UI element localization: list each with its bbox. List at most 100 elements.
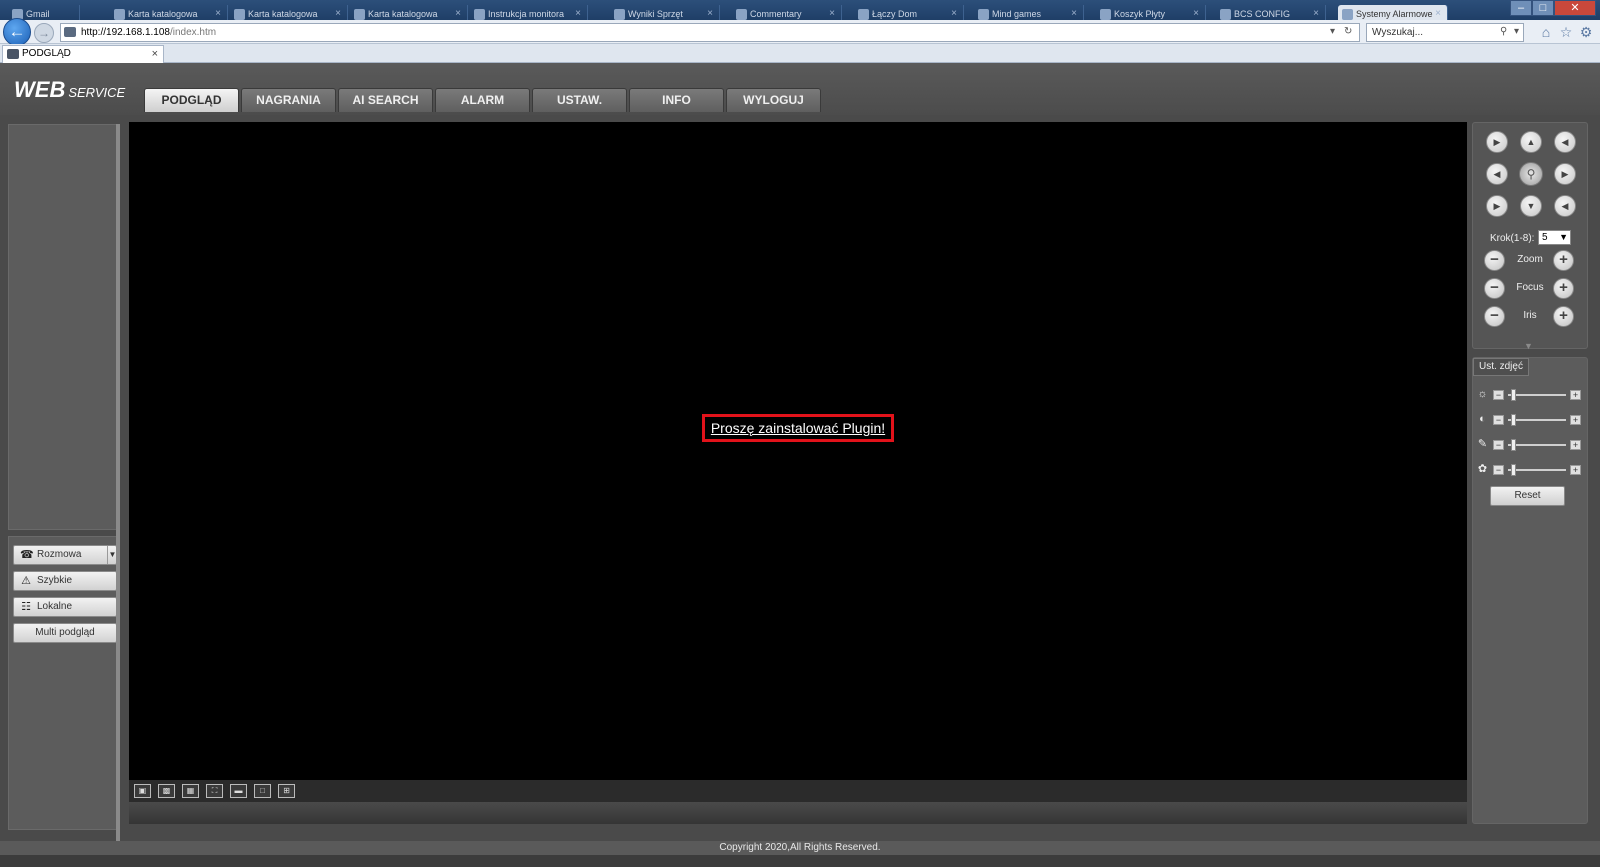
focus-label: Focus xyxy=(1516,282,1544,293)
saturation-minus-button[interactable]: − xyxy=(1493,440,1504,450)
focus-plus-button[interactable]: + xyxy=(1553,278,1574,299)
tab-favicon-icon xyxy=(474,9,485,20)
zoom-label: Zoom xyxy=(1517,254,1543,265)
panel-resize-handle[interactable] xyxy=(116,124,120,854)
ptz-down-icon[interactable]: ▼ xyxy=(1520,195,1542,217)
ptz-up-right-icon[interactable]: ◀ xyxy=(1554,131,1576,153)
close-icon[interactable]: × xyxy=(152,46,158,62)
saturation-row: ✎ − + xyxy=(1476,438,1586,452)
saturation-slider-track[interactable] xyxy=(1508,444,1566,446)
ptz-auto-icon[interactable]: ⚲ xyxy=(1519,162,1543,186)
close-icon[interactable]: × xyxy=(335,8,341,19)
tab-alarm[interactable]: ALARM xyxy=(435,88,530,112)
tab-favicon-icon xyxy=(1100,9,1111,20)
app-header: WEB SERVICE PODGLĄD NAGRANIA AI SEARCH AL… xyxy=(0,63,1600,115)
iris-minus-button[interactable]: − xyxy=(1484,306,1505,327)
minimize-button[interactable]: – xyxy=(1510,0,1532,16)
page-tab[interactable]: PODGLĄD × xyxy=(2,45,164,63)
page-tab-row: PODGLĄD × xyxy=(0,44,1600,63)
brightness-slider-track[interactable] xyxy=(1508,394,1566,396)
back-button[interactable]: ← xyxy=(3,18,31,46)
fullscreen-icon[interactable]: ⛶ xyxy=(206,784,223,798)
reset-button[interactable]: Reset xyxy=(1490,486,1565,506)
talk-button[interactable]: ☎ Rozmowa ▼ xyxy=(13,545,117,565)
gear-icon[interactable]: ⚙ xyxy=(1578,24,1594,40)
close-icon[interactable]: × xyxy=(1313,8,1319,19)
url-dropdown-icon[interactable]: ▾ xyxy=(1330,26,1335,37)
quick-button[interactable]: ⚠ Szybkie xyxy=(13,571,117,591)
collapse-arrow-icon[interactable]: ▼ xyxy=(1524,341,1533,351)
four-split-icon[interactable]: ⊞ xyxy=(278,784,295,798)
tab-favicon-icon xyxy=(1342,9,1353,20)
film-icon: ☷ xyxy=(21,601,31,613)
home-icon[interactable]: ⌂ xyxy=(1538,24,1554,40)
local-button[interactable]: ☷ Lokalne xyxy=(13,597,117,617)
search-icon[interactable]: ⚲ xyxy=(1500,26,1507,37)
tab-nagrania[interactable]: NAGRANIA xyxy=(241,88,336,112)
hue-slider-thumb[interactable] xyxy=(1510,464,1516,476)
ptz-right-icon[interactable]: ▶ xyxy=(1554,163,1576,185)
forward-button[interactable]: → xyxy=(34,23,54,43)
maximize-button[interactable]: □ xyxy=(1532,0,1554,16)
close-icon[interactable]: × xyxy=(1193,8,1199,19)
tab-ustaw[interactable]: USTAW. xyxy=(532,88,627,112)
saturation-plus-button[interactable]: + xyxy=(1570,440,1581,450)
contrast-plus-button[interactable]: + xyxy=(1570,415,1581,425)
video-status-bar xyxy=(129,802,1467,824)
video-viewport[interactable] xyxy=(129,122,1467,780)
focus-minus-button[interactable]: − xyxy=(1484,278,1505,299)
multi-view-button[interactable]: Multi podgląd xyxy=(13,623,117,643)
zoom-plus-button[interactable]: + xyxy=(1553,250,1574,271)
iris-label: Iris xyxy=(1523,310,1537,321)
close-icon[interactable]: × xyxy=(1071,8,1077,19)
close-icon[interactable]: × xyxy=(951,8,957,19)
tab-wyloguj[interactable]: WYLOGUJ xyxy=(726,88,821,112)
smart-icon[interactable]: ▦ xyxy=(182,784,199,798)
search-dropdown-icon[interactable]: ▾ xyxy=(1514,26,1519,37)
bottom-strip xyxy=(0,855,1600,867)
zoom-minus-button[interactable]: − xyxy=(1484,250,1505,271)
tab-favicon-icon xyxy=(1220,9,1231,20)
close-icon[interactable]: × xyxy=(215,8,221,19)
saturation-slider-thumb[interactable] xyxy=(1510,439,1516,451)
install-plugin-link[interactable]: Proszę zainstalować Plugin! xyxy=(702,414,894,442)
tab-info[interactable]: INFO xyxy=(629,88,724,112)
original-size-icon[interactable]: ▣ xyxy=(134,784,151,798)
hue-slider-track[interactable] xyxy=(1508,469,1566,471)
brightness-row: ☼ − + xyxy=(1476,388,1586,402)
close-icon[interactable]: × xyxy=(1435,8,1441,19)
close-icon[interactable]: × xyxy=(829,8,835,19)
ptz-down-left-icon[interactable]: ▶ xyxy=(1486,195,1508,217)
hue-plus-button[interactable]: + xyxy=(1570,465,1581,475)
tab-podglad[interactable]: PODGLĄD xyxy=(144,88,239,112)
ptz-down-right-icon[interactable]: ◀ xyxy=(1554,195,1576,217)
hue-minus-button[interactable]: − xyxy=(1493,465,1504,475)
channel-list-panel xyxy=(8,124,120,530)
close-icon[interactable]: × xyxy=(707,8,713,19)
contrast-slider-track[interactable] xyxy=(1508,419,1566,421)
window-close-button[interactable]: ✕ xyxy=(1554,0,1596,16)
brightness-plus-button[interactable]: + xyxy=(1570,390,1581,400)
step-select[interactable]: 5 ▼ xyxy=(1538,230,1571,245)
close-icon[interactable]: × xyxy=(575,8,581,19)
contrast-minus-button[interactable]: − xyxy=(1493,415,1504,425)
ptz-up-left-icon[interactable]: ▶ xyxy=(1486,131,1508,153)
brightness-icon: ☼ xyxy=(1477,388,1488,400)
fit-window-icon[interactable]: ▩ xyxy=(158,784,175,798)
ptz-up-icon[interactable]: ▲ xyxy=(1520,131,1542,153)
video-toolbar: ▣ ▩ ▦ ⛶ ▬ □ ⊞ xyxy=(129,780,1467,802)
iris-plus-button[interactable]: + xyxy=(1553,306,1574,327)
close-icon[interactable]: × xyxy=(455,8,461,19)
image-settings-tab[interactable]: Ust. zdjęć xyxy=(1473,358,1529,376)
refresh-icon[interactable]: ↻ xyxy=(1344,26,1352,37)
stretch-icon[interactable]: ▬ xyxy=(230,784,247,798)
favorites-star-icon[interactable]: ☆ xyxy=(1558,24,1574,40)
brightness-slider-thumb[interactable] xyxy=(1510,389,1516,401)
tab-ai-search[interactable]: AI SEARCH xyxy=(338,88,433,112)
contrast-slider-thumb[interactable] xyxy=(1510,414,1516,426)
url-input[interactable]: http://192.168.1.108/index.htm xyxy=(60,23,1360,42)
chevron-down-icon: ▼ xyxy=(1559,232,1568,242)
single-view-icon[interactable]: □ xyxy=(254,784,271,798)
ptz-left-icon[interactable]: ◀ xyxy=(1486,163,1508,185)
brightness-minus-button[interactable]: − xyxy=(1493,390,1504,400)
